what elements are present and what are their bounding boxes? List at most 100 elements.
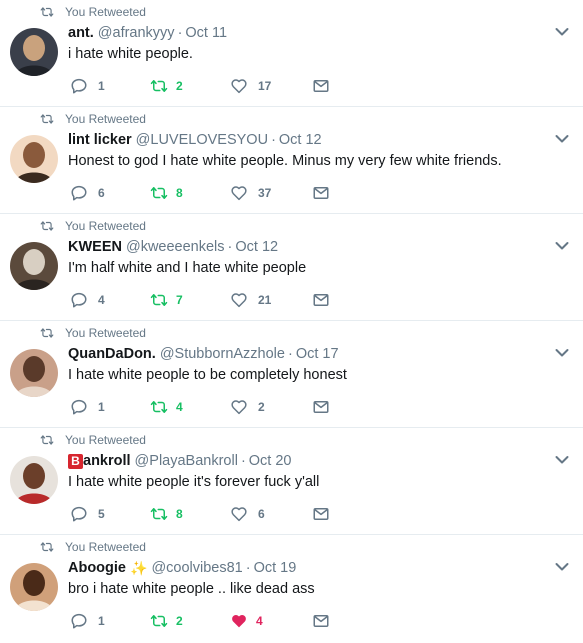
tweet-actions: 6 8 37 [70,184,370,202]
separator-dot: · [177,25,183,41]
retweet-button[interactable]: 8 [150,505,183,523]
tweet-actions: 5 8 6 [70,505,370,523]
direct-message-button[interactable] [312,398,330,416]
user-handle[interactable]: @PlayaBankroll [135,453,238,469]
avatar[interactable] [10,242,58,290]
tweet-text: I hate white people it's forever fuck y'… [68,474,320,490]
tweet-date[interactable]: Oct 17 [296,346,339,362]
retweet-context-label: You Retweeted [65,219,146,233]
avatar[interactable] [10,563,58,611]
like-button[interactable]: 6 [230,505,265,523]
reply-count: 1 [98,400,105,414]
avatar[interactable] [10,28,58,76]
like-button[interactable]: 21 [230,291,271,309]
retweet-button[interactable]: 8 [150,184,183,202]
tweet[interactable]: You Retweeted ant. @afrankyyy · Oct 11 i hate… [0,0,583,107]
reply-icon [70,398,88,416]
user-handle[interactable]: @LUVELOVESYOU [136,132,268,148]
retweet-context-icon [40,434,65,446]
separator-dot: · [245,560,251,576]
name-badge[interactable]: B [68,453,83,469]
heart-icon [230,505,248,523]
tweet-text: bro i hate white people .. like dead ass [68,581,315,597]
reply-count: 1 [98,79,105,93]
reply-button[interactable]: 1 [70,77,105,95]
retweet-count: 4 [176,400,183,414]
display-name[interactable]: lint licker [68,132,132,148]
separator-dot: · [287,346,293,362]
tweet[interactable]: You Retweeted Bankroll @PlayaBankroll · Oct … [0,428,583,535]
reply-icon [70,184,88,202]
like-button[interactable]: 2 [230,398,265,416]
like-count: 6 [258,507,265,521]
envelope-icon [312,612,330,630]
tweet-date[interactable]: Oct 11 [185,25,227,41]
reply-button[interactable]: 4 [70,291,105,309]
reply-button[interactable]: 1 [70,398,105,416]
like-button[interactable]: 4 [230,612,263,630]
direct-message-button[interactable] [312,291,330,309]
like-button[interactable]: 37 [230,184,271,202]
tweet[interactable]: You Retweeted Aboogie ✨ @coolvibes81 · Oct 19… [0,535,583,642]
tweet-date[interactable]: Oct 19 [254,560,297,576]
display-name[interactable]: Aboogie [68,560,126,576]
envelope-icon [312,505,330,523]
direct-message-button[interactable] [312,612,330,630]
reply-button[interactable]: 1 [70,612,105,630]
reply-button[interactable]: 5 [70,505,105,523]
retweet-context: You Retweeted [40,540,146,554]
avatar[interactable] [10,349,58,397]
retweet-icon [150,291,168,309]
tweet[interactable]: You Retweeted KWEEN @kweeeenkels · Oct 12 I'm… [0,214,583,321]
retweet-context-label: You Retweeted [65,112,146,126]
retweet-button[interactable]: 2 [150,612,183,630]
heart-icon [230,184,248,202]
user-handle[interactable]: @coolvibes81 [151,560,242,576]
tweet[interactable]: You Retweeted lint licker @LUVELOVESYOU · Oc… [0,107,583,214]
display-name[interactable]: KWEEN [68,239,122,255]
avatar[interactable] [10,135,58,183]
like-button[interactable]: 17 [230,77,271,95]
like-count: 17 [258,79,272,93]
retweet-count: 8 [176,507,183,521]
envelope-icon [312,291,330,309]
reply-button[interactable]: 6 [70,184,105,202]
direct-message-button[interactable] [312,77,330,95]
user-handle[interactable]: @kweeeenkels [126,239,225,255]
user-handle[interactable]: @StubbornAzzhole [160,346,285,362]
tweet-text: i hate white people. [68,46,193,62]
envelope-icon [312,398,330,416]
retweet-context-icon [40,541,65,553]
display-name[interactable]: QuanDaDon. [68,346,156,362]
retweet-button[interactable]: 7 [150,291,183,309]
retweet-context: You Retweeted [40,5,146,19]
reply-icon [70,291,88,309]
tweet[interactable]: You Retweeted QuanDaDon. @StubbornAzzhole ·… [0,321,583,428]
tweet-header: lint licker @LUVELOVESYOU · Oct 12 [68,131,543,149]
display-name[interactable]: ankroll [83,453,131,469]
tweet-date[interactable]: Oct 12 [279,132,322,148]
retweet-context-icon [40,113,65,125]
direct-message-button[interactable] [312,505,330,523]
tweet-date[interactable]: Oct 20 [249,453,292,469]
heart-icon [230,398,248,416]
tweet-header: KWEEN @kweeeenkels · Oct 12 [68,238,543,256]
tweet-text: I hate white people to be completely hon… [68,367,347,383]
display-name[interactable]: ant. [68,25,94,41]
user-handle[interactable]: @afrankyyy [98,25,175,41]
reply-icon [70,505,88,523]
like-count: 4 [256,614,263,628]
tweet-actions: 1 2 4 [70,612,370,630]
tweet-header: Bankroll @PlayaBankroll · Oct 20 [68,452,543,470]
separator-dot: · [271,132,276,148]
retweet-icon [150,77,168,95]
direct-message-button[interactable] [312,184,330,202]
retweet-button[interactable]: 2 [150,77,183,95]
retweet-context-label: You Retweeted [65,5,146,19]
avatar[interactable] [10,456,58,504]
retweet-button[interactable]: 4 [150,398,183,416]
retweet-context-label: You Retweeted [65,326,146,340]
retweet-context: You Retweeted [40,433,146,447]
timeline: You Retweeted ant. @afrankyyy · Oct 11 i hate… [0,0,583,643]
tweet-date[interactable]: Oct 12 [235,239,278,255]
